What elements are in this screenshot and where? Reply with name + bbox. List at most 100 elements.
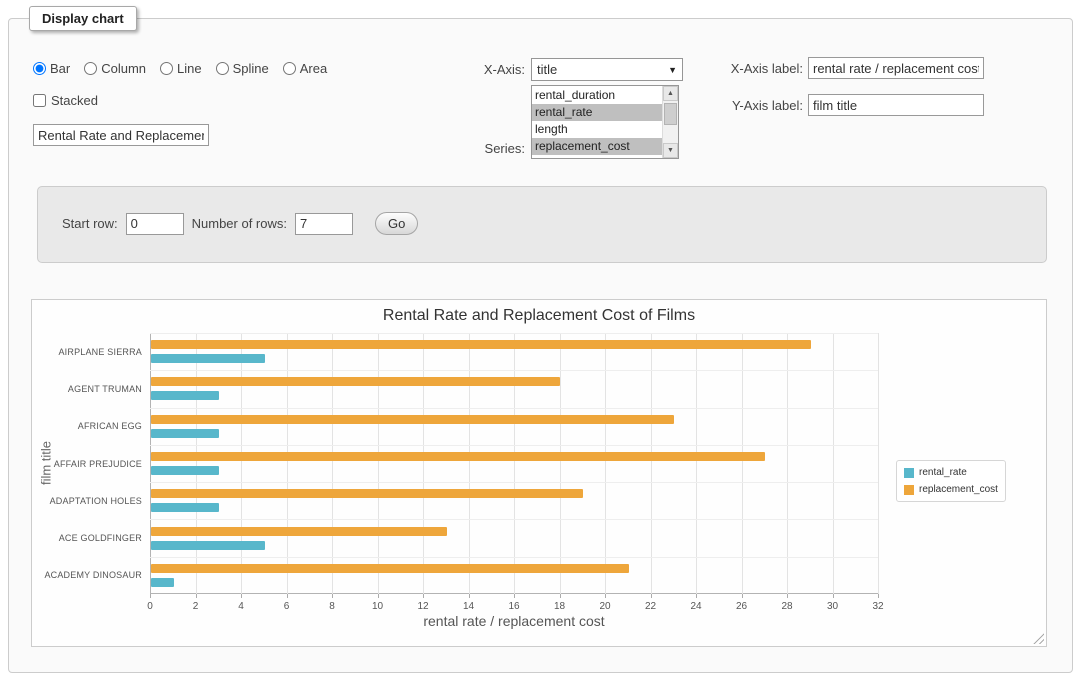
resize-handle-icon[interactable] xyxy=(1033,633,1044,644)
x-tick-mark xyxy=(787,594,788,598)
chart-type-radio-spline[interactable] xyxy=(216,62,229,75)
legend-item[interactable]: rental_rate xyxy=(904,467,998,478)
x-tick-mark xyxy=(651,594,652,598)
y-axis-title: film title xyxy=(39,441,54,485)
x-tick-mark xyxy=(560,594,561,598)
gridline xyxy=(742,333,743,594)
x-tick-label: 26 xyxy=(724,601,760,612)
gridline xyxy=(787,333,788,594)
chart-type-radio-column[interactable] xyxy=(84,62,97,75)
bar-replacement_cost[interactable] xyxy=(151,452,765,461)
gridline xyxy=(332,333,333,594)
stacked-checkbox[interactable] xyxy=(33,94,46,107)
x-axis-selected-value: title xyxy=(537,62,557,77)
series-option-replacement_cost[interactable]: replacement_cost xyxy=(532,138,662,155)
gridline xyxy=(833,333,834,594)
start-row-input[interactable] xyxy=(126,213,184,235)
chart-type-option-spline[interactable]: Spline xyxy=(216,61,269,76)
band-line xyxy=(150,519,878,520)
series-option-length[interactable]: length xyxy=(532,121,662,138)
x-tick-mark xyxy=(378,594,379,598)
bar-rental_rate[interactable] xyxy=(151,541,265,550)
x-tick-mark xyxy=(423,594,424,598)
x-tick-mark xyxy=(469,594,470,598)
band-line xyxy=(150,408,878,409)
scroll-down-icon[interactable]: ▼ xyxy=(663,143,678,158)
y-axis-label-input[interactable] xyxy=(808,94,984,116)
chart-type-radio-bar[interactable] xyxy=(33,62,46,75)
gridline xyxy=(378,333,379,594)
x-tick-label: 14 xyxy=(451,601,487,612)
chart-legend: rental_rate replacement_cost xyxy=(896,460,1006,502)
bar-replacement_cost[interactable] xyxy=(151,564,629,573)
chart-type-option-line[interactable]: Line xyxy=(160,61,202,76)
legend-swatch xyxy=(904,468,914,478)
x-tick-label: 28 xyxy=(769,601,805,612)
category-label: AFRICAN EGG xyxy=(36,421,142,431)
bar-replacement_cost[interactable] xyxy=(151,415,674,424)
chart-type-label: Area xyxy=(300,61,327,76)
bar-replacement_cost[interactable] xyxy=(151,527,447,536)
chart-type-label: Column xyxy=(101,61,146,76)
gridline xyxy=(423,333,424,594)
x-tick-mark xyxy=(833,594,834,598)
row-range-panel: Start row: Number of rows: Go xyxy=(37,186,1047,263)
category-label: AIRPLANE SIERRA xyxy=(36,347,142,357)
x-axis-label-input[interactable] xyxy=(808,57,984,79)
bar-rental_rate[interactable] xyxy=(151,578,174,587)
x-tick-mark xyxy=(605,594,606,598)
display-chart-fieldset: Display chart BarColumnLineSplineArea St… xyxy=(8,18,1073,673)
gridline xyxy=(878,333,879,594)
legend-label: replacement_cost xyxy=(919,484,998,495)
gridline xyxy=(469,333,470,594)
band-line xyxy=(150,333,878,334)
bar-rental_rate[interactable] xyxy=(151,354,265,363)
x-tick-mark xyxy=(742,594,743,598)
num-rows-input[interactable] xyxy=(295,213,353,235)
chart-type-option-area[interactable]: Area xyxy=(283,61,327,76)
gridline xyxy=(605,333,606,594)
stacked-option[interactable]: Stacked xyxy=(33,93,98,108)
bar-rental_rate[interactable] xyxy=(151,503,219,512)
series-option-rental_rate[interactable]: rental_rate xyxy=(532,104,662,121)
plot-area: 02468101214161820222426283032AIRPLANE SI… xyxy=(150,333,878,594)
x-tick-label: 0 xyxy=(132,601,168,612)
x-tick-label: 20 xyxy=(587,601,623,612)
start-row-label: Start row: xyxy=(62,216,118,231)
category-label: ACADEMY DINOSAUR xyxy=(36,570,142,580)
listbox-scrollbar[interactable]: ▲ ▼ xyxy=(662,86,678,158)
bar-rental_rate[interactable] xyxy=(151,391,219,400)
bar-rental_rate[interactable] xyxy=(151,429,219,438)
scrollbar-track[interactable] xyxy=(663,101,678,143)
chart-type-label: Line xyxy=(177,61,202,76)
chart-type-label: Bar xyxy=(50,61,70,76)
legend-item[interactable]: replacement_cost xyxy=(904,484,998,495)
chart-type-option-column[interactable]: Column xyxy=(84,61,146,76)
series-multiselect[interactable]: rental_durationrental_ratelengthreplacem… xyxy=(531,85,679,159)
chart-type-radio-area[interactable] xyxy=(283,62,296,75)
bar-replacement_cost[interactable] xyxy=(151,340,811,349)
chart-title-input[interactable] xyxy=(33,124,209,146)
series-options-list: rental_durationrental_ratelengthreplacem… xyxy=(532,86,662,158)
chart-type-radio-group: Bar Column Line Spline Area xyxy=(33,61,327,76)
chart-type-radio-line[interactable] xyxy=(160,62,173,75)
chevron-down-icon: ▼ xyxy=(668,65,677,75)
band-line xyxy=(150,445,878,446)
x-tick-mark xyxy=(196,594,197,598)
bar-replacement_cost[interactable] xyxy=(151,489,583,498)
x-tick-mark xyxy=(332,594,333,598)
x-tick-label: 22 xyxy=(633,601,669,612)
scroll-up-icon[interactable]: ▲ xyxy=(663,86,678,101)
chart-type-option-bar[interactable]: Bar xyxy=(33,61,70,76)
go-button[interactable]: Go xyxy=(375,212,418,235)
series-option-rental_duration[interactable]: rental_duration xyxy=(532,87,662,104)
bar-replacement_cost[interactable] xyxy=(151,377,560,386)
bar-rental_rate[interactable] xyxy=(151,466,219,475)
x-tick-label: 32 xyxy=(860,601,896,612)
x-tick-mark xyxy=(150,594,151,598)
category-label: ADAPTATION HOLES xyxy=(36,496,142,506)
chart-container: Rental Rate and Replacement Cost of Film… xyxy=(31,299,1047,647)
x-tick-label: 2 xyxy=(178,601,214,612)
x-axis-select[interactable]: title ▼ xyxy=(531,58,683,81)
scrollbar-thumb[interactable] xyxy=(664,103,677,125)
